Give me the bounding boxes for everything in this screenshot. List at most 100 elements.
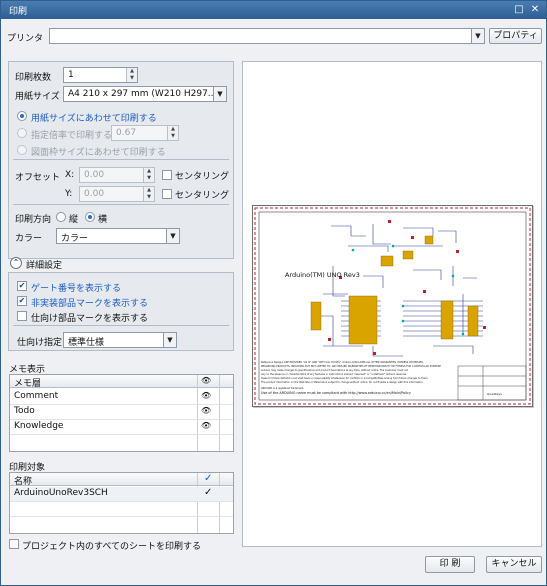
- fit-frame-radio[interactable]: [17, 145, 27, 155]
- scale-radio[interactable]: [17, 128, 27, 138]
- memo-layer-name: Comment: [14, 391, 59, 401]
- printer-label: プリンタ: [7, 34, 44, 44]
- window-title: 印刷: [9, 7, 28, 17]
- spin-down-icon[interactable]: ▼: [127, 75, 137, 82]
- center-x-checkbox[interactable]: [162, 170, 172, 180]
- target-sheet-name: ArduinoUnoRev3SCH: [14, 488, 108, 498]
- landscape-label[interactable]: 横: [98, 212, 107, 225]
- landscape-radio[interactable]: [85, 212, 95, 222]
- offset-y-input[interactable]: 0.00 ▲ ▼: [79, 186, 155, 202]
- offset-x-input[interactable]: 0.00 ▲ ▼: [79, 167, 155, 183]
- preview-note: Use of the ARDUINO name must be complian…: [261, 391, 411, 395]
- color-value: カラー: [61, 234, 89, 244]
- schematic-drawing: Arduino(TM) UNO Rev3 Reference Designs A…: [254, 207, 531, 405]
- destination-mark-label[interactable]: 仕向け部品マークを表示する: [31, 311, 148, 324]
- title-block-name: Quadkeys: [487, 392, 502, 396]
- paper-size-value: A4 210 x 297 mm (W210 H297...: [68, 89, 217, 99]
- divider: [13, 325, 229, 326]
- list-item[interactable]: Todo 👁: [10, 405, 233, 419]
- portrait-label[interactable]: 縦: [69, 212, 78, 225]
- memo-layer-name: Todo: [14, 406, 35, 416]
- copies-label: 印刷枚数: [15, 73, 52, 83]
- divider: [13, 204, 229, 205]
- copies-input[interactable]: 1 ▲ ▼: [63, 67, 138, 83]
- maximize-icon[interactable]: □: [512, 3, 526, 16]
- spin-up-icon[interactable]: ▲: [144, 168, 154, 175]
- row-divider: [10, 501, 233, 502]
- chevron-down-icon[interactable]: ▼: [163, 333, 176, 347]
- details-toggle[interactable]: 詳細設定: [26, 258, 62, 271]
- offset-x-label: X:: [65, 170, 75, 180]
- preview-sheet: Arduino(TM) UNO Rev3 Reference Designs A…: [252, 205, 533, 407]
- unmounted-label[interactable]: 非実装部品マークを表示する: [31, 296, 148, 309]
- printer-select[interactable]: ▼: [49, 28, 485, 44]
- orientation-label: 印刷方向: [15, 215, 52, 225]
- preview-note: Reference Designs ARE PROVIDED "AS IS" A…: [261, 361, 424, 364]
- scale-spinner[interactable]: ▲ ▼: [167, 126, 178, 140]
- chevron-down-icon[interactable]: ▼: [471, 29, 484, 43]
- chevron-down-icon[interactable]: ▼: [213, 87, 226, 101]
- check-icon: ✓: [204, 473, 213, 484]
- list-item[interactable]: Comment 👁: [10, 390, 233, 404]
- spin-up-icon[interactable]: ▲: [127, 68, 137, 75]
- paper-size-select[interactable]: A4 210 x 297 mm (W210 H297... ▼: [63, 86, 227, 102]
- paper-size-label: 用紙サイズ: [15, 92, 60, 102]
- print-dialog: 印刷 □ ✕ プリンタ ▼ プロパティ 印刷枚数 1 ▲ ▼ 用紙サイズ A4 2…: [0, 0, 547, 586]
- column-divider: [219, 473, 220, 533]
- unmounted-checkbox[interactable]: ✔: [17, 296, 27, 306]
- destination-value: 標準仕様: [68, 338, 105, 348]
- fit-paper-radio[interactable]: [17, 111, 27, 121]
- memo-header: メモ層 👁: [10, 375, 233, 389]
- spin-down-icon[interactable]: ▼: [144, 194, 154, 201]
- offset-y-value: 0.00: [84, 189, 105, 199]
- column-divider: [197, 473, 198, 533]
- destination-select[interactable]: 標準仕様 ▼: [63, 332, 177, 348]
- eye-icon[interactable]: 👁: [201, 421, 211, 430]
- properties-button[interactable]: プロパティ: [489, 28, 542, 44]
- offset-y-spinner[interactable]: ▲ ▼: [143, 187, 154, 201]
- list-item[interactable]: Knowledge 👁: [10, 420, 233, 434]
- cancel-button[interactable]: キャンセル: [486, 556, 542, 573]
- divider: [13, 159, 229, 160]
- center-x-label[interactable]: センタリング: [175, 169, 229, 182]
- eye-icon[interactable]: 👁: [201, 406, 211, 415]
- fit-paper-label[interactable]: 用紙サイズにあわせて印刷する: [31, 111, 157, 124]
- copies-spinner[interactable]: ▲ ▼: [126, 68, 137, 82]
- collapse-icon[interactable]: ⌃: [10, 257, 22, 269]
- gate-checkbox[interactable]: ✔: [17, 281, 27, 291]
- spin-down-icon[interactable]: ▼: [144, 175, 154, 182]
- color-select[interactable]: カラー ▼: [56, 228, 180, 244]
- color-label: カラー: [15, 234, 43, 244]
- spin-up-icon[interactable]: ▲: [168, 126, 178, 133]
- preview-note: rely on the absence or characteristics o…: [261, 373, 407, 376]
- all-sheets-label[interactable]: プロジェクト内のすべてのシートを印刷する: [22, 539, 201, 552]
- center-y-checkbox[interactable]: [162, 189, 172, 199]
- spin-up-icon[interactable]: ▲: [144, 187, 154, 194]
- center-y-label[interactable]: センタリング: [175, 188, 229, 201]
- gate-label[interactable]: ゲート番号を表示する: [31, 281, 121, 294]
- check-icon[interactable]: ✓: [204, 487, 212, 498]
- fit-frame-label[interactable]: 図面枠サイズにあわせて印刷する: [31, 145, 166, 158]
- preview-note: these for future definition and shall ha…: [261, 377, 428, 380]
- all-sheets-checkbox[interactable]: [9, 539, 19, 549]
- eye-icon[interactable]: 👁: [201, 391, 211, 400]
- schematic-title: Arduino(TM) UNO Rev3: [285, 271, 360, 279]
- preview-note: Arduino may make changes to specificatio…: [261, 369, 408, 372]
- print-target-list: 名称 ✓ ArduinoUnoRev3SCH ✓: [9, 472, 234, 534]
- offset-x-spinner[interactable]: ▲ ▼: [143, 168, 154, 182]
- target-header: 名称 ✓: [10, 473, 233, 487]
- copies-value: 1: [68, 70, 74, 80]
- spin-down-icon[interactable]: ▼: [168, 133, 178, 140]
- close-icon[interactable]: ✕: [528, 3, 542, 16]
- table-row[interactable]: ArduinoUnoRev3SCH ✓: [10, 487, 233, 501]
- row-divider: [10, 516, 233, 517]
- preview-note: ARDUINO is a registered trademark.: [261, 387, 304, 390]
- print-button[interactable]: 印 刷: [425, 556, 475, 573]
- scale-input[interactable]: 0.67 ▲ ▼: [111, 125, 179, 141]
- scale-label[interactable]: 指定倍率で印刷する: [31, 128, 112, 141]
- chevron-down-icon[interactable]: ▼: [166, 229, 179, 243]
- preview-note: The product information on the Web Site …: [261, 381, 424, 384]
- memo-layer-name: Knowledge: [14, 421, 64, 431]
- portrait-radio[interactable]: [56, 212, 66, 222]
- destination-mark-checkbox[interactable]: [17, 311, 27, 321]
